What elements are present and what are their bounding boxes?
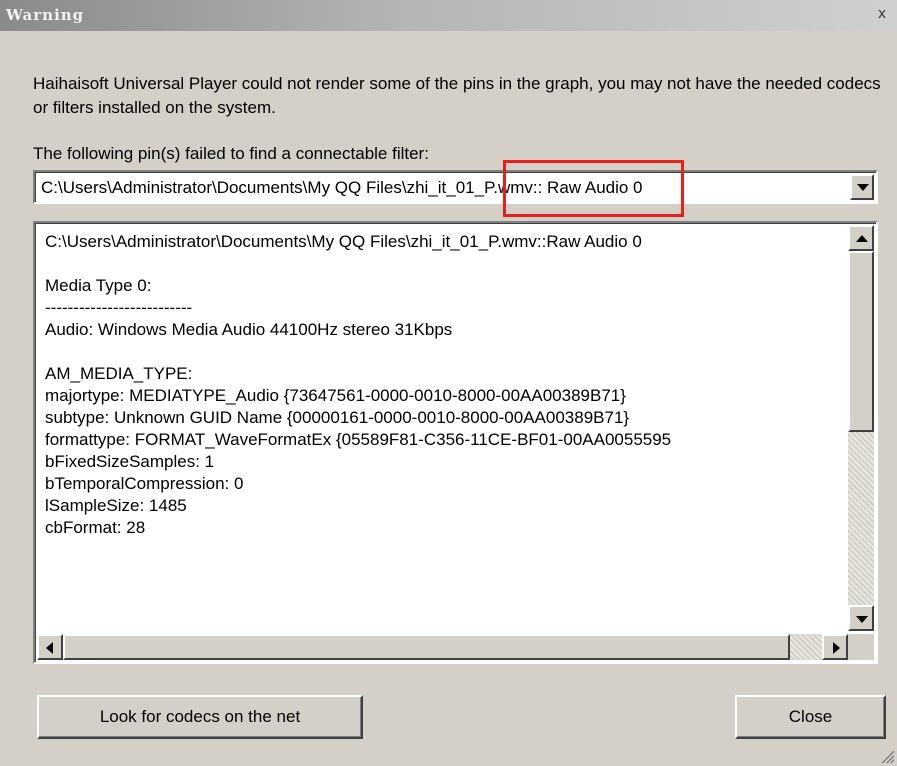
scroll-up-button[interactable] (848, 225, 874, 251)
close-button[interactable]: Close (735, 695, 886, 739)
detail-line: formattype: FORMAT_WaveFormatEx {05589F8… (45, 430, 672, 449)
pin-details-text: C:\Users\Administrator\Documents\My QQ F… (45, 231, 845, 539)
warning-dialog: Warning x Haihaisoft Universal Player co… (0, 0, 897, 766)
dialog-title: Warning (6, 6, 85, 24)
detail-line: majortype: MEDIATYPE_Audio {73647561-000… (45, 386, 626, 405)
horizontal-scrollbar[interactable] (37, 634, 848, 660)
scrollbar-corner (848, 634, 874, 660)
failed-pin-selected-value: C:\Users\Administrator\Documents\My QQ F… (41, 178, 643, 197)
detail-line: bFixedSizeSamples: 1 (45, 452, 215, 471)
arrow-down-icon (856, 616, 868, 623)
chevron-down-icon (857, 184, 869, 191)
detail-line (45, 341, 845, 363)
resize-grip-icon[interactable] (880, 749, 894, 763)
failed-pin-dropdown[interactable]: C:\Users\Administrator\Documents\My QQ F… (33, 170, 878, 204)
horizontal-scroll-thumb[interactable] (63, 634, 790, 660)
detail-line: lSampleSize: 1485 (45, 496, 187, 515)
warning-message: Haihaisoft Universal Player could not re… (33, 74, 881, 117)
detail-line (45, 253, 845, 275)
detail-line: AM_MEDIA_TYPE: (45, 364, 193, 383)
detail-line: subtype: Unknown GUID Name {00000161-000… (45, 408, 630, 427)
look-for-codecs-button[interactable]: Look for codecs on the net (37, 695, 363, 739)
failed-pins-label: The following pin(s) failed to find a co… (33, 144, 429, 163)
detail-line: Audio: Windows Media Audio 44100Hz stere… (45, 320, 453, 339)
pin-details-textbox[interactable]: C:\Users\Administrator\Documents\My QQ F… (33, 221, 878, 664)
detail-line: bTemporalCompression: 0 (45, 474, 244, 493)
close-icon[interactable]: x (875, 6, 889, 22)
arrow-right-icon (833, 642, 840, 654)
detail-line: Media Type 0: (45, 276, 152, 295)
vertical-scroll-thumb[interactable] (848, 251, 874, 432)
scroll-right-button[interactable] (822, 634, 848, 660)
arrow-up-icon (856, 235, 868, 242)
vertical-scrollbar[interactable] (848, 225, 874, 631)
detail-line: cbFormat: 28 (45, 518, 146, 537)
scroll-left-button[interactable] (37, 634, 63, 660)
scroll-down-button[interactable] (848, 605, 874, 631)
title-bar[interactable]: Warning x (0, 0, 897, 31)
arrow-left-icon (46, 642, 53, 654)
dropdown-button[interactable] (850, 174, 874, 200)
detail-line: C:\Users\Administrator\Documents\My QQ F… (45, 232, 642, 251)
detail-line: -------------------------- (45, 298, 193, 317)
